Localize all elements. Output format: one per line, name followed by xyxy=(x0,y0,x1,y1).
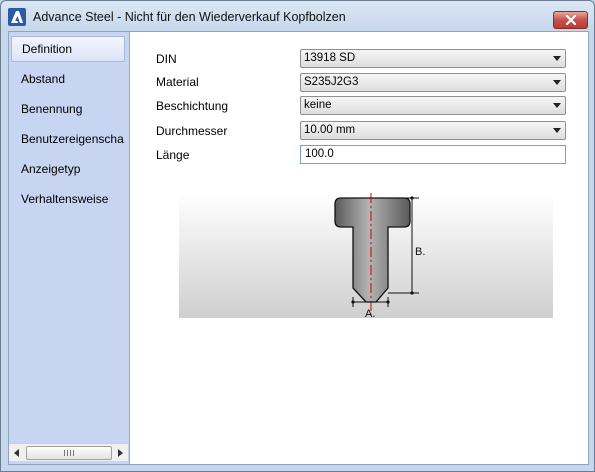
scroll-thumb[interactable] xyxy=(26,446,112,460)
din-value: 13918 SD xyxy=(304,52,356,64)
dimension-label-b: B. xyxy=(415,246,425,258)
title-bar[interactable]: Advance Steel - Nicht für den Wiederverk… xyxy=(1,1,594,31)
grip-icon xyxy=(63,450,75,456)
sidebar-item-anzeigetyp[interactable]: Anzeigetyp xyxy=(11,156,125,182)
chevron-down-icon xyxy=(553,103,561,108)
durchmesser-label: Durchmesser xyxy=(156,124,228,138)
sidebar-item-verhaltensweise[interactable]: Verhaltensweise xyxy=(11,186,125,212)
arrow-right-icon xyxy=(118,448,123,457)
sidebar-item-benutzereigenschaften[interactable]: Benutzereigenscha... xyxy=(11,126,125,152)
material-value: S235J2G3 xyxy=(304,76,359,88)
dimension-label-a: A. xyxy=(365,308,375,318)
durchmesser-dropdown[interactable]: 10.00 mm xyxy=(300,121,566,140)
window-title: Advance Steel - Nicht für den Wiederverk… xyxy=(33,10,346,24)
dimension-a-right-dot xyxy=(386,300,390,304)
sidebar-item-definition[interactable]: Definition xyxy=(11,36,125,62)
chevron-down-icon xyxy=(553,56,561,61)
scroll-right-button[interactable] xyxy=(112,444,128,461)
din-label: DIN xyxy=(156,52,177,66)
dialog-window: Advance Steel - Nicht für den Wiederverk… xyxy=(0,0,595,472)
beschichtung-label: Beschichtung xyxy=(156,99,229,113)
material-label: Material xyxy=(156,75,199,89)
close-icon xyxy=(565,15,576,25)
laenge-input[interactable]: 100.0 xyxy=(300,145,566,164)
chevron-down-icon xyxy=(553,128,561,133)
sidebar-horizontal-scrollbar[interactable] xyxy=(9,443,128,461)
din-dropdown[interactable]: 13918 SD xyxy=(300,49,566,68)
beschichtung-value: keine xyxy=(304,99,332,111)
sidebar-item-benennung[interactable]: Benennung xyxy=(11,96,125,122)
arrow-left-icon xyxy=(14,448,19,457)
dimension-b-top-dot xyxy=(410,196,414,200)
durchmesser-value: 10.00 mm xyxy=(304,124,356,136)
dimension-b-bottom-dot xyxy=(410,291,414,295)
scroll-left-button[interactable] xyxy=(9,444,25,461)
dialog-client-area: Definition Abstand Benennung Benutzereig… xyxy=(8,31,589,465)
dimension-a-left-dot xyxy=(351,300,355,304)
close-button[interactable] xyxy=(553,11,588,29)
autodesk-a-icon[interactable] xyxy=(8,8,26,26)
category-sidebar: Definition Abstand Benennung Benutzereig… xyxy=(9,32,130,464)
headed-stud-diagram: B. A. xyxy=(179,193,553,318)
chevron-down-icon xyxy=(553,80,561,85)
material-dropdown[interactable]: S235J2G3 xyxy=(300,73,566,92)
sidebar-item-abstand[interactable]: Abstand xyxy=(11,66,125,92)
definition-panel: DIN 13918 SD Material S235J2G3 Beschicht… xyxy=(130,32,588,464)
laenge-label: Länge xyxy=(156,148,190,162)
beschichtung-dropdown[interactable]: keine xyxy=(300,96,566,115)
